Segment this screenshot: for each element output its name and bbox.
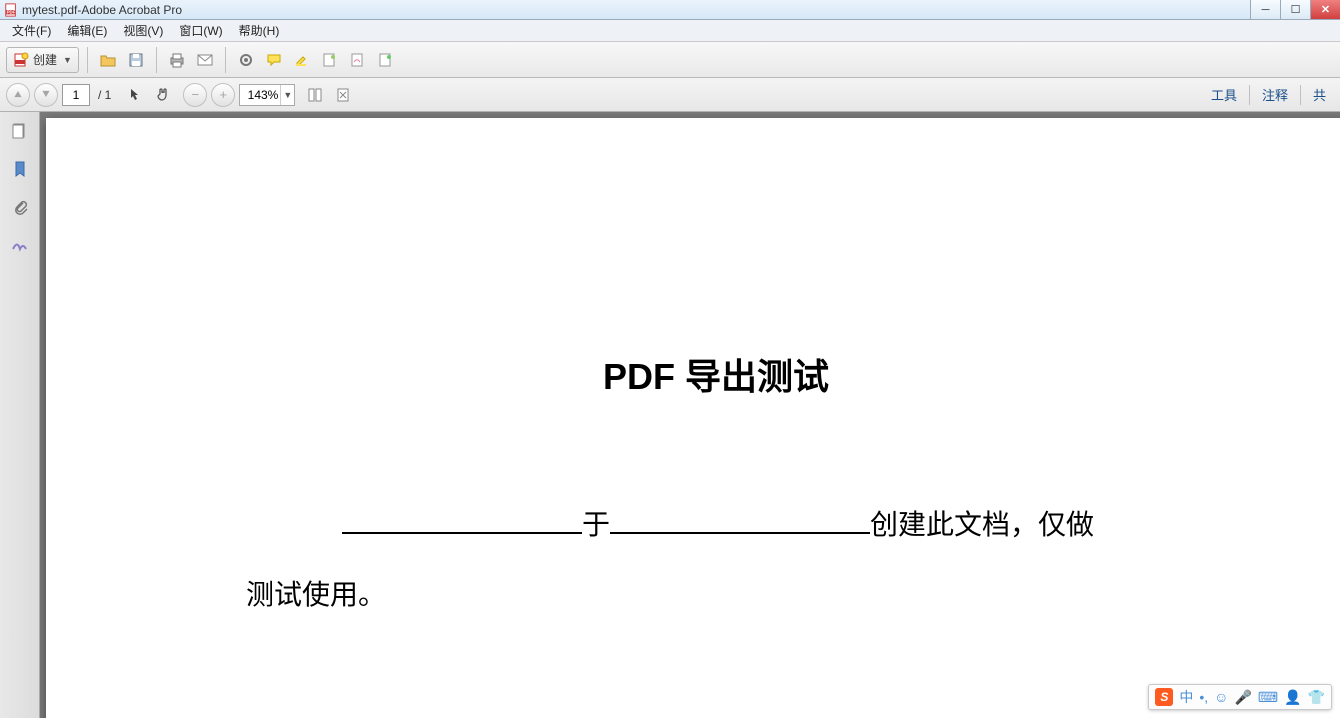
dropdown-arrow-icon: ▼ — [63, 55, 72, 65]
fit-width-button[interactable] — [303, 83, 327, 107]
pdf-page: PDF 导出测试 于 创建此文档，仅做 测试使用。 今天天气适合 — [46, 118, 1340, 718]
create-pdf-icon — [13, 52, 29, 68]
zoom-in-button[interactable]: + — [211, 83, 235, 107]
email-button[interactable] — [193, 48, 217, 72]
fit-page-button[interactable] — [331, 83, 355, 107]
tools-panel-link[interactable]: 工具 — [1203, 81, 1245, 108]
attachments-panel-button[interactable] — [9, 196, 31, 218]
blank-field — [610, 506, 870, 534]
menu-edit[interactable]: 编辑(E) — [59, 20, 115, 41]
document-paragraph-2: 今天天气适合 — [246, 710, 1186, 718]
sign-button[interactable] — [346, 48, 370, 72]
zoom-level-input[interactable]: ▼ — [239, 84, 295, 106]
blank-field — [342, 506, 582, 534]
stamp-button[interactable] — [318, 48, 342, 72]
text-segment: 于 — [582, 509, 610, 540]
zoom-dropdown-icon[interactable]: ▼ — [280, 85, 294, 105]
toolbar-separator — [87, 47, 88, 73]
ime-softkeyboard-icon[interactable]: ⌨ — [1258, 689, 1278, 706]
form-button[interactable] — [374, 48, 398, 72]
document-paragraph-1: 于 创建此文档，仅做 测试使用。 — [246, 490, 1186, 630]
sogou-logo-icon: S — [1155, 688, 1173, 706]
ime-emoji-icon[interactable]: ☺ — [1214, 689, 1228, 705]
toolbar-separator — [1249, 85, 1250, 105]
page-viewport[interactable]: PDF 导出测试 于 创建此文档，仅做 测试使用。 今天天气适合 — [40, 112, 1340, 718]
highlight-button[interactable] — [290, 48, 314, 72]
settings-button[interactable] — [234, 48, 258, 72]
save-button[interactable] — [124, 48, 148, 72]
menu-help[interactable]: 帮助(H) — [231, 20, 288, 41]
navigation-pane — [0, 112, 40, 718]
close-button[interactable]: ✕ — [1310, 0, 1340, 19]
page-number-input[interactable] — [62, 84, 90, 106]
toolbar-primary: 创建 ▼ — [0, 42, 1340, 78]
window-title-filename: mytest.pdf — [22, 3, 77, 17]
pdf-file-icon: PDF — [4, 3, 18, 17]
ime-toolbar[interactable]: S 中 •, ☺ 🎤 ⌨ 👤 👕 — [1148, 684, 1332, 710]
menu-window[interactable]: 窗口(W) — [171, 20, 230, 41]
signatures-panel-button[interactable] — [9, 234, 31, 256]
comments-panel-link[interactable]: 注释 — [1254, 81, 1296, 108]
menu-file[interactable]: 文件(F) — [4, 20, 59, 41]
prev-page-button[interactable]: ⯅ — [6, 83, 30, 107]
text-segment: 测试使用。 — [246, 579, 386, 610]
toolbar-navigation: ⯅ ⯆ / 1 − + ▼ 工具 注释 共 — [0, 78, 1340, 112]
maximize-button[interactable]: ☐ — [1280, 0, 1310, 19]
select-tool-button[interactable] — [123, 83, 147, 107]
document-area: PDF 导出测试 于 创建此文档，仅做 测试使用。 今天天气适合 — [0, 112, 1340, 718]
create-button-label: 创建 — [33, 51, 57, 68]
zoom-value-field[interactable] — [240, 88, 280, 102]
svg-text:PDF: PDF — [7, 9, 16, 14]
ime-skin-icon[interactable]: 👕 — [1308, 689, 1325, 706]
titlebar: PDF mytest.pdf - Adobe Acrobat Pro ─ ☐ ✕ — [0, 0, 1340, 20]
ime-mode-label[interactable]: 中 — [1179, 687, 1193, 707]
minimize-button[interactable]: ─ — [1250, 0, 1280, 19]
ime-voice-icon[interactable]: 🎤 — [1234, 689, 1251, 706]
open-button[interactable] — [96, 48, 120, 72]
menubar: 文件(F) 编辑(E) 视图(V) 窗口(W) 帮助(H) — [0, 20, 1340, 42]
zoom-out-button[interactable]: − — [183, 83, 207, 107]
document-title: PDF 导出测试 — [246, 348, 1186, 400]
toolbar-separator — [225, 47, 226, 73]
comment-button[interactable] — [262, 48, 286, 72]
ime-punct-icon[interactable]: •, — [1199, 689, 1208, 705]
window-title-appname: Adobe Acrobat Pro — [81, 3, 182, 17]
share-panel-link[interactable]: 共 — [1305, 81, 1334, 108]
create-button[interactable]: 创建 ▼ — [6, 47, 79, 73]
page-total-label: / 1 — [98, 88, 111, 102]
toolbar-separator — [156, 47, 157, 73]
ime-person-icon[interactable]: 👤 — [1284, 689, 1301, 706]
hand-tool-button[interactable] — [151, 83, 175, 107]
text-segment: 创建此文档，仅做 — [870, 509, 1094, 540]
thumbnails-panel-button[interactable] — [9, 120, 31, 142]
print-button[interactable] — [165, 48, 189, 72]
toolbar-separator — [1300, 85, 1301, 105]
next-page-button[interactable]: ⯆ — [34, 83, 58, 107]
bookmarks-panel-button[interactable] — [9, 158, 31, 180]
menu-view[interactable]: 视图(V) — [115, 20, 171, 41]
